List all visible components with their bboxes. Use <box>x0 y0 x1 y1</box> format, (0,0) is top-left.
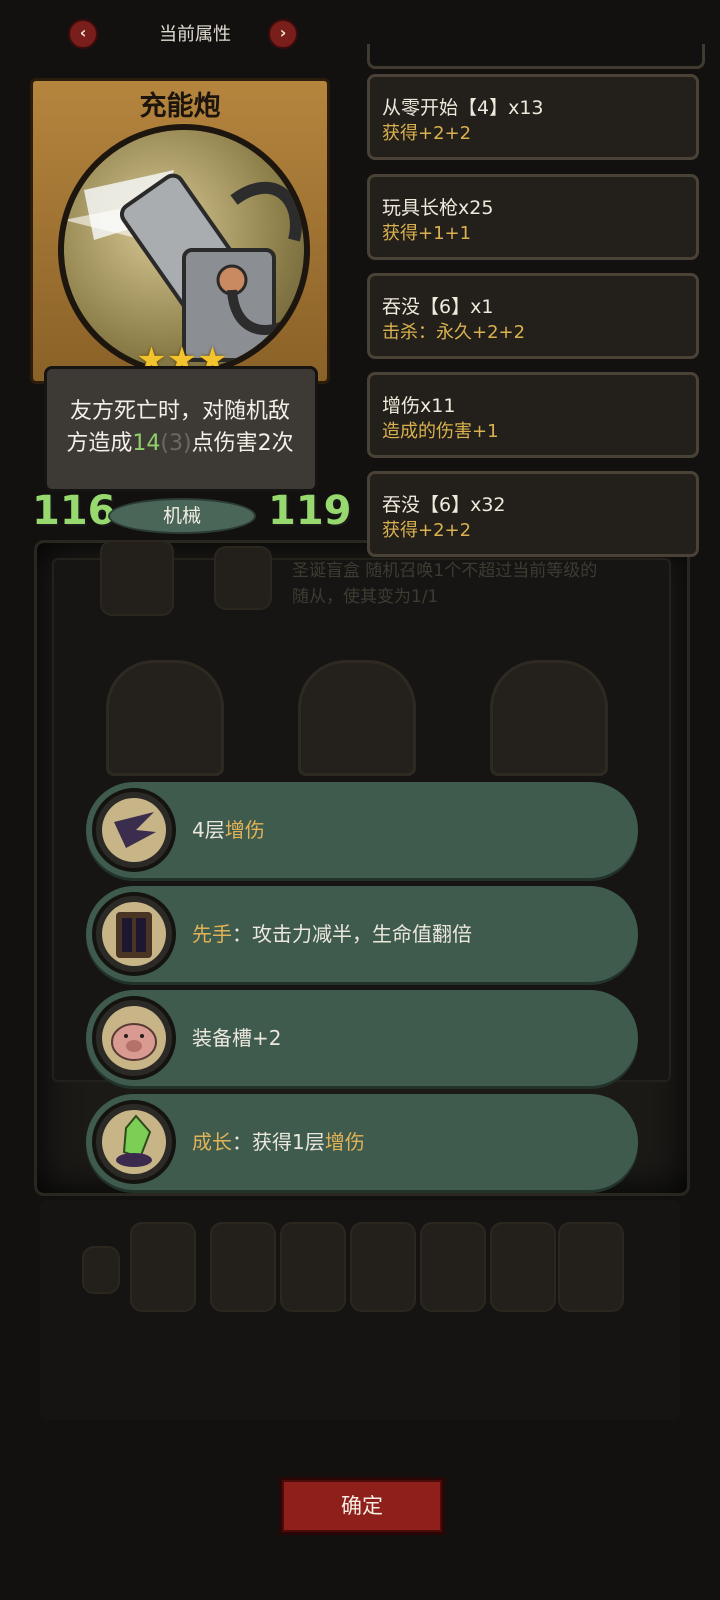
background-bench-slot <box>280 1222 346 1312</box>
background-description-line: 圣诞盲盒 随机召唤1个不超过当前等级的 <box>292 561 598 581</box>
desc-damage-value: 14 <box>132 431 161 456</box>
background-bench-slot <box>350 1222 416 1312</box>
next-button[interactable]: › <box>268 19 298 49</box>
attribute-list-top-edge <box>367 44 705 69</box>
unit-card: 充能炮 ★★★ 友方死亡时，对随机敌 方造成14(3)点伤害2次 116 机械 … <box>30 78 352 548</box>
attribute-name: 从零开始【4】x13 <box>382 97 544 119</box>
attribute-effect: 获得+2+2 <box>382 123 472 144</box>
attribute-name: 吞没【6】x1 <box>382 296 494 318</box>
cannon-icon <box>64 170 302 362</box>
attribute-item: 吞没【6】x32 获得+2+2 <box>367 471 699 557</box>
wing-icon <box>92 788 176 872</box>
card-description-line1: 友方死亡时，对随机敌 <box>69 399 290 424</box>
buff-label: 装备槽+2 <box>192 1026 282 1050</box>
buff-item: 装备槽+2 <box>86 990 638 1086</box>
pig-icon <box>92 996 176 1080</box>
desc-text: 点伤害2次 <box>191 431 294 456</box>
buff-label: 获得1层 <box>252 1130 325 1154</box>
buff-label: 4层 <box>192 818 225 842</box>
background-minion-portrait <box>100 540 174 616</box>
background-minion-slot <box>106 660 224 776</box>
desc-text: 方造成 <box>66 431 133 456</box>
buff-item: 4层增伤 <box>86 782 638 878</box>
attribute-effect: 造成的伤害+1 <box>382 421 499 442</box>
buff-item: 先手：攻击力减半，生命值翻倍 <box>86 886 638 982</box>
background-bench-slot <box>558 1222 624 1312</box>
desc-damage-base: (3) <box>160 431 192 456</box>
background-bench-slot <box>130 1222 196 1312</box>
page-title: 当前属性 <box>159 24 231 45</box>
background-minion-slot <box>490 660 608 776</box>
attribute-effect: 获得+2+2 <box>382 520 472 541</box>
buff-label: 攻击力减半，生命值翻倍 <box>252 922 472 946</box>
buff-keyword: 成长 <box>192 1130 232 1154</box>
attribute-effect: 击杀：永久+2+2 <box>382 322 526 343</box>
attribute-item: 增伤x11 造成的伤害+1 <box>367 372 699 458</box>
background-item-icon <box>214 546 272 610</box>
prev-button[interactable]: ‹ <box>68 19 98 49</box>
card-description-line2: 方造成14(3)点伤害2次 <box>50 428 310 460</box>
attack-stat: 116 <box>32 488 116 534</box>
chevron-right-icon: › <box>279 23 287 42</box>
background-description-line: 随从，使其变为1/1 <box>292 587 439 607</box>
attribute-item: 吞没【6】x1 击杀：永久+2+2 <box>367 273 699 359</box>
attribute-item: 玩具长枪x25 获得+1+1 <box>367 174 699 260</box>
buff-text: 装备槽+2 <box>192 1022 281 1051</box>
buff-text: 4层增伤 <box>192 814 265 843</box>
attribute-name: 增伤x11 <box>382 395 456 417</box>
background-bench-slot <box>490 1222 556 1312</box>
background-bench-slot <box>420 1222 486 1312</box>
buff-keyword: 增伤 <box>224 818 265 842</box>
attribute-effect: 获得+1+1 <box>382 223 472 244</box>
background-bench-tag <box>82 1246 120 1294</box>
tribe-badge: 机械 <box>108 498 256 534</box>
buff-item: 成长：获得1层增伤 <box>86 1094 638 1190</box>
card-description: 友方死亡时，对随机敌 方造成14(3)点伤害2次 <box>50 396 310 460</box>
buff-keyword: 增伤 <box>324 1130 365 1154</box>
card-portrait <box>58 124 310 376</box>
buff-text: 先手：攻击力减半，生命值翻倍 <box>192 918 472 947</box>
buff-separator: ： <box>232 922 252 946</box>
health-stat: 119 <box>268 488 352 534</box>
buff-keyword: 先手 <box>192 922 232 946</box>
chevron-left-icon: ‹ <box>79 23 87 42</box>
card-name: 充能炮 <box>139 91 221 122</box>
confirm-button[interactable]: 确定 <box>282 1480 442 1532</box>
background-minion-slot <box>298 660 416 776</box>
buff-separator: ： <box>232 1130 252 1154</box>
attribute-name: 吞没【6】x32 <box>382 494 506 516</box>
background-bench-slot <box>210 1222 276 1312</box>
attribute-item: 从零开始【4】x13 获得+2+2 <box>367 74 699 160</box>
attribute-name: 玩具长枪x25 <box>382 197 494 219</box>
buff-text: 成长：获得1层增伤 <box>192 1126 365 1155</box>
crystal-icon <box>92 1100 176 1184</box>
armor-icon <box>92 892 176 976</box>
